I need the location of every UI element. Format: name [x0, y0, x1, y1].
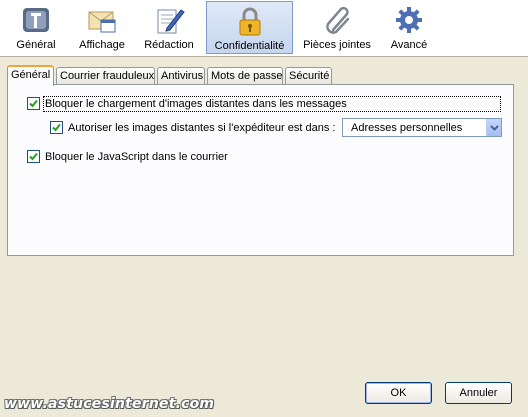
paperclip-icon: [321, 4, 353, 36]
chevron-down-icon[interactable]: [486, 119, 501, 136]
options-dialog: Général Affichage Rédaction Confidential…: [0, 0, 528, 417]
tab-security[interactable]: Sécurité: [285, 67, 332, 84]
tool-label: Pièces jointes: [303, 39, 371, 51]
tab-general[interactable]: Général: [7, 65, 54, 86]
tool-label: Avancé: [390, 39, 428, 51]
tool-privacy[interactable]: Confidentialité: [206, 1, 293, 54]
block-images-checkbox[interactable]: [27, 97, 40, 110]
ok-button[interactable]: OK: [365, 382, 432, 404]
display-icon: [86, 4, 118, 36]
tool-compose[interactable]: Rédaction: [141, 1, 197, 54]
tool-attachments[interactable]: Pièces jointes: [302, 1, 372, 54]
allow-images-option[interactable]: Autoriser les images distantes si l'expé…: [50, 121, 335, 134]
cancel-button[interactable]: Annuler: [445, 382, 512, 404]
tool-general[interactable]: Général: [10, 1, 62, 54]
lock-icon: [234, 5, 266, 37]
tool-display[interactable]: Affichage: [74, 1, 130, 54]
gear-icon: [393, 4, 425, 36]
allow-images-label: Autoriser les images distantes si l'expé…: [68, 121, 336, 134]
tab-passwords[interactable]: Mots de passe: [207, 67, 283, 84]
address-book-value: Adresses personnelles: [351, 121, 463, 134]
tab-antivirus[interactable]: Antivirus: [157, 67, 205, 84]
tab-junk-mail[interactable]: Courrier frauduleux: [56, 67, 155, 84]
tool-label: Général: [16, 39, 56, 51]
compose-icon: [153, 4, 185, 36]
watermark: www.astucesinternet.com: [4, 396, 215, 412]
block-js-option[interactable]: Bloquer le JavaScript dans le courrier: [27, 150, 228, 163]
checkmark-icon: [29, 152, 38, 161]
address-book-select[interactable]: Adresses personnelles: [342, 118, 502, 137]
tool-label: Affichage: [79, 39, 125, 51]
block-images-option[interactable]: Bloquer le chargement d'images distantes…: [27, 95, 501, 112]
tool-label: Rédaction: [144, 39, 194, 51]
block-js-label: Bloquer le JavaScript dans le courrier: [45, 150, 228, 163]
allow-images-checkbox[interactable]: [50, 121, 63, 134]
tool-label: Confidentialité: [214, 40, 285, 52]
checkmark-icon: [29, 99, 38, 108]
checkmark-icon: [52, 123, 61, 132]
tool-advanced[interactable]: Avancé: [384, 1, 434, 54]
block-js-checkbox[interactable]: [27, 150, 40, 163]
category-toolbar: Général Affichage Rédaction Confidential…: [0, 0, 528, 57]
general-icon: [20, 4, 52, 36]
block-images-label: Bloquer le chargement d'images distantes…: [43, 95, 501, 112]
